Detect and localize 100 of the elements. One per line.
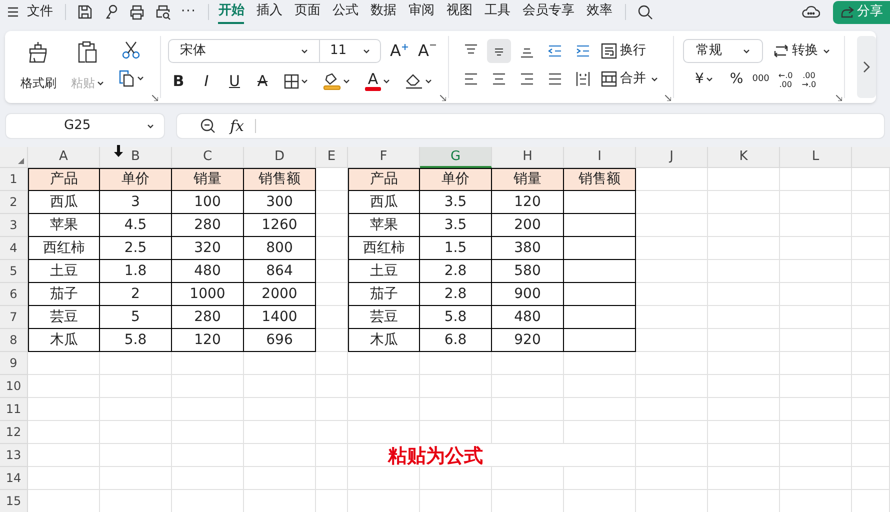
chat-cloud-icon[interactable] (802, 5, 820, 19)
empty-cell[interactable] (244, 467, 316, 490)
column-header[interactable]: E (316, 147, 348, 168)
empty-cell[interactable] (852, 467, 890, 490)
caret-icon[interactable] (343, 78, 350, 84)
empty-cell[interactable] (852, 283, 890, 306)
paste-icon[interactable] (76, 40, 98, 64)
empty-cell[interactable] (492, 352, 564, 375)
empty-cell[interactable] (636, 352, 708, 375)
caret-icon[interactable] (823, 48, 830, 54)
empty-cell[interactable] (852, 444, 890, 467)
decrease-decimal-button[interactable]: .00 →.0 (802, 70, 816, 88)
chevron-icon[interactable] (301, 48, 308, 54)
row-header[interactable]: 11 (0, 398, 28, 421)
empty-cell[interactable] (316, 398, 348, 421)
decrease-font-size-button[interactable]: A (418, 43, 437, 59)
scissors-icon[interactable] (121, 40, 142, 60)
empty-cell[interactable] (636, 444, 708, 467)
row-header[interactable]: 9 (0, 352, 28, 375)
empty-cell[interactable] (100, 375, 172, 398)
key-icon[interactable] (105, 4, 119, 20)
empty-cell[interactable] (172, 467, 244, 490)
column-header[interactable]: B (100, 147, 172, 168)
empty-cell[interactable] (316, 352, 348, 375)
row-header[interactable]: 5 (0, 260, 28, 283)
empty-cell[interactable] (780, 398, 852, 421)
column-header[interactable] (852, 147, 890, 168)
empty-cell[interactable] (244, 352, 316, 375)
number-format-dropdown[interactable]: 常规 (683, 39, 763, 63)
empty-cell[interactable] (636, 375, 708, 398)
empty-cell[interactable] (348, 467, 420, 490)
wrap-icon[interactable] (601, 43, 617, 59)
empty-cell[interactable] (780, 421, 852, 444)
empty-cell[interactable] (708, 398, 780, 421)
row-header[interactable]: 2 (0, 191, 28, 214)
empty-cell[interactable] (172, 421, 244, 444)
print-icon[interactable] (129, 4, 145, 20)
middle-align-button[interactable] (487, 39, 511, 63)
empty-cell[interactable] (708, 467, 780, 490)
empty-cell[interactable] (316, 467, 348, 490)
empty-cell[interactable] (852, 237, 890, 260)
empty-cell[interactable] (100, 444, 172, 467)
caret-icon[interactable] (136, 76, 144, 81)
empty-cell[interactable] (100, 421, 172, 444)
empty-cell[interactable] (708, 237, 780, 260)
empty-cell[interactable] (244, 375, 316, 398)
chevron-icon[interactable] (363, 48, 370, 54)
merge-icon[interactable] (601, 71, 617, 87)
empty-cell[interactable] (244, 444, 316, 467)
row-header[interactable]: 10 (0, 375, 28, 398)
empty-cell[interactable] (852, 168, 890, 191)
empty-cell[interactable] (492, 398, 564, 421)
empty-cell[interactable] (708, 306, 780, 329)
share-button[interactable]: 分享 (833, 0, 890, 24)
share-icon[interactable] (840, 6, 854, 18)
row-header[interactable]: 14 (0, 467, 28, 490)
empty-cell[interactable] (780, 237, 852, 260)
bold-button[interactable]: B (172, 70, 185, 92)
row-header[interactable]: 1 (0, 168, 28, 191)
empty-cell[interactable] (780, 306, 852, 329)
chevron-icon[interactable] (147, 124, 154, 128)
print-preview-icon[interactable] (155, 4, 171, 20)
ribbon-tab[interactable]: 数据 (370, 0, 396, 24)
dialog-launcher-icon[interactable] (665, 95, 671, 101)
empty-cell[interactable] (852, 329, 890, 352)
dialog-launcher-icon[interactable] (152, 95, 158, 101)
font-name-dropdown[interactable]: 宋体 (168, 39, 320, 63)
empty-cell[interactable] (564, 375, 636, 398)
thousands-separator-button[interactable]: 000 (752, 75, 770, 84)
empty-cell[interactable] (420, 467, 492, 490)
format-painter-icon[interactable] (27, 40, 50, 64)
format-painter-label[interactable]: 格式刷 (20, 74, 56, 92)
empty-cell[interactable] (708, 168, 780, 191)
empty-cell[interactable] (636, 398, 708, 421)
ribbon-tab[interactable]: 公式 (332, 0, 358, 24)
empty-cell[interactable] (780, 375, 852, 398)
empty-cell[interactable] (564, 352, 636, 375)
ribbon-tab[interactable]: 审阅 (408, 0, 434, 24)
formula-bar[interactable]: fx (176, 113, 885, 139)
select-all-icon[interactable] (18, 158, 24, 164)
row-header[interactable]: 8 (0, 329, 28, 352)
caret-icon[interactable] (706, 77, 713, 82)
empty-cell[interactable] (564, 398, 636, 421)
empty-cell[interactable] (708, 329, 780, 352)
empty-cell[interactable] (708, 444, 780, 467)
empty-cell[interactable] (172, 398, 244, 421)
caret-icon[interactable] (651, 76, 658, 82)
row-header[interactable]: 6 (0, 283, 28, 306)
empty-cell[interactable] (564, 444, 636, 467)
column-header[interactable]: L (780, 147, 852, 168)
convert-icon[interactable] (773, 44, 789, 58)
name-box[interactable]: G25 (5, 113, 165, 139)
caret-icon[interactable] (383, 78, 390, 84)
empty-cell[interactable] (852, 398, 890, 421)
column-header[interactable]: G (420, 147, 492, 168)
ribbon-tab[interactable]: 插入 (256, 0, 282, 24)
empty-cell[interactable] (492, 467, 564, 490)
empty-cell[interactable] (420, 352, 492, 375)
empty-cell[interactable] (780, 444, 852, 467)
empty-cell[interactable] (244, 398, 316, 421)
